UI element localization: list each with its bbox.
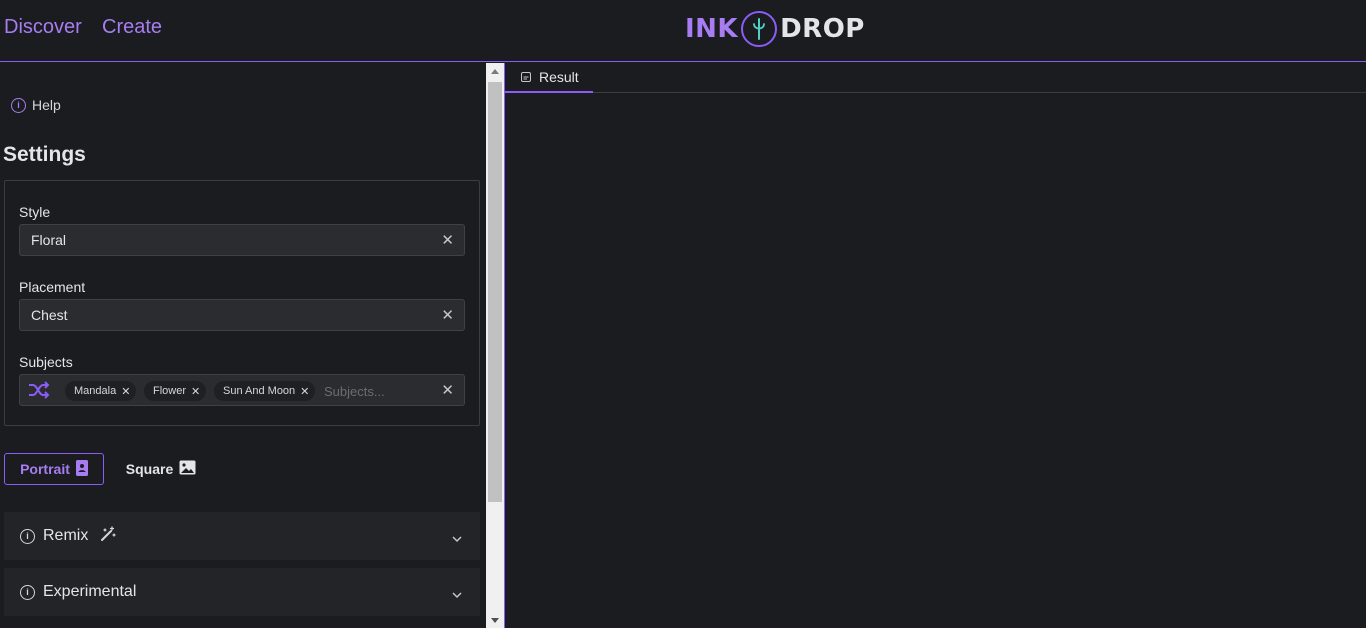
remix-label: Remix xyxy=(43,527,89,544)
experimental-accordion[interactable]: i Experimental xyxy=(4,568,480,616)
subject-chip: Mandala ✕ xyxy=(65,381,137,401)
help-link[interactable]: i Help xyxy=(11,97,61,113)
remix-accordion[interactable]: i Remix xyxy=(4,512,480,560)
info-icon: i xyxy=(11,97,26,113)
image-icon xyxy=(179,460,196,478)
subject-chip-label: Flower xyxy=(153,385,187,397)
info-icon[interactable]: i xyxy=(20,585,35,600)
help-label: Help xyxy=(32,97,61,113)
subjects-label: Subjects xyxy=(19,354,73,370)
scroll-down-arrow[interactable] xyxy=(486,612,504,628)
close-icon[interactable]: ✕ xyxy=(300,385,309,398)
close-icon[interactable]: ✕ xyxy=(441,381,454,399)
square-button[interactable]: Square xyxy=(118,453,204,485)
placement-select[interactable]: Chest ✕ xyxy=(19,299,465,331)
result-tabbar: Result xyxy=(505,63,1366,93)
portrait-button[interactable]: Portrait xyxy=(4,453,104,485)
result-tab-icon xyxy=(521,69,531,85)
settings-title: Settings xyxy=(3,143,86,166)
close-icon[interactable]: ✕ xyxy=(441,231,454,249)
magic-wand-icon xyxy=(100,526,116,547)
style-value: Floral xyxy=(31,232,67,248)
nav-discover-link[interactable]: Discover xyxy=(4,16,82,39)
tab-result-label: Result xyxy=(539,69,579,85)
settings-scrollbar[interactable] xyxy=(486,63,504,628)
subject-chip: Sun And Moon ✕ xyxy=(214,381,316,401)
subject-chip-label: Sun And Moon xyxy=(223,385,296,397)
square-label: Square xyxy=(125,461,174,477)
logo-text-drop: DROP xyxy=(780,14,865,44)
experimental-label: Experimental xyxy=(43,583,137,600)
close-icon[interactable]: ✕ xyxy=(441,306,454,324)
scrollbar-thumb[interactable] xyxy=(488,82,502,502)
close-icon[interactable]: ✕ xyxy=(191,385,200,398)
subject-chip: Flower ✕ xyxy=(144,381,207,401)
inkdrop-logo[interactable]: INK DROP xyxy=(685,10,865,48)
info-icon[interactable]: i xyxy=(20,529,35,544)
nav-create-link[interactable]: Create xyxy=(102,16,162,39)
subjects-multiselect[interactable]: Mandala ✕ Flower ✕ Sun And Moon ✕ ✕ xyxy=(19,374,465,406)
style-select[interactable]: Floral ✕ xyxy=(19,224,465,256)
style-label: Style xyxy=(19,204,51,220)
brush-icon xyxy=(741,11,778,47)
tab-result[interactable]: Result xyxy=(505,63,593,93)
settings-form: Style Floral ✕ Placement Chest ✕ Subject… xyxy=(4,180,480,426)
portrait-label: Portrait xyxy=(20,461,70,477)
close-icon[interactable]: ✕ xyxy=(121,385,130,398)
placement-label: Placement xyxy=(19,279,86,295)
chevron-down-icon xyxy=(452,530,462,548)
placement-value: Chest xyxy=(31,307,68,323)
subject-chip-label: Mandala xyxy=(74,385,117,397)
top-bar: Discover Create INK DROP xyxy=(0,0,1366,62)
subjects-input[interactable] xyxy=(324,382,434,400)
portrait-icon xyxy=(75,459,88,479)
scroll-up-arrow[interactable] xyxy=(486,63,504,79)
chevron-down-icon xyxy=(452,586,462,604)
settings-panel: i Help Settings Style Floral ✕ Placement… xyxy=(0,63,486,628)
result-panel: Result xyxy=(504,63,1366,628)
shuffle-icon[interactable] xyxy=(28,381,50,404)
logo-text-ink: INK xyxy=(685,14,739,44)
